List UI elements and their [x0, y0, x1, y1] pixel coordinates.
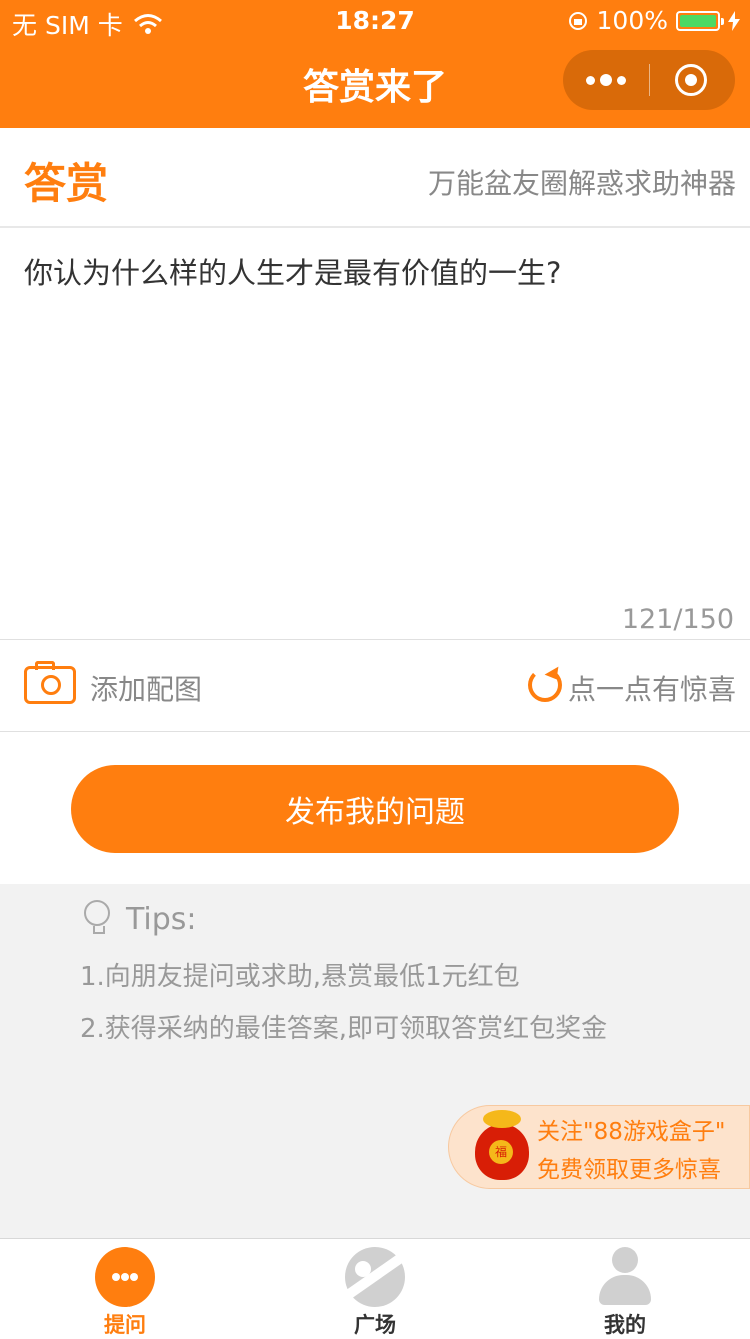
tab-label: 广场: [354, 1313, 396, 1337]
publish-button[interactable]: 发布我的问题: [71, 765, 679, 853]
question-text[interactable]: 你认为什么样的人生才是最有价值的一生?: [24, 250, 561, 292]
dot: [112, 1273, 120, 1281]
fortune-coin: 福: [489, 1140, 513, 1164]
rotation-lock-icon: [568, 11, 587, 30]
tab-bar: 提问 广场 我的: [0, 1238, 750, 1337]
tab-label: 提问: [104, 1313, 146, 1337]
add-photo-button[interactable]: 添加配图: [90, 668, 202, 708]
capsule-divider: [649, 64, 650, 96]
brand-header: 答赏 万能盆友圈解惑求助神器: [0, 128, 750, 228]
dot: [617, 75, 626, 85]
lightbulb-icon: [84, 900, 110, 934]
tip-item: 1.向朋友提问或求助,悬赏最低1元红包: [80, 962, 520, 992]
action-row: 添加配图 点一点有惊喜: [0, 640, 750, 732]
camera-icon[interactable]: [24, 661, 76, 704]
nav-bar: 答赏来了: [0, 40, 750, 128]
more-dots-icon[interactable]: [563, 50, 649, 110]
battery-icon: [676, 10, 724, 31]
red-envelope-bag-icon: 福: [475, 1110, 529, 1180]
promo-banner[interactable]: 福 关注"88游戏盒子" 免费领取更多惊喜: [448, 1105, 750, 1189]
brand-tagline: 万能盆友圈解惑求助神器: [427, 167, 736, 200]
brand-title: 答赏: [24, 159, 109, 208]
chat-bubble-icon: [95, 1247, 155, 1307]
surprise-button[interactable]: 点一点有惊喜: [568, 668, 736, 708]
dot: [130, 1273, 138, 1281]
user-head: [612, 1247, 638, 1273]
tab-mine[interactable]: 我的: [500, 1239, 750, 1337]
charging-icon: [728, 10, 740, 31]
dot: [600, 74, 612, 86]
user-icon: [595, 1247, 655, 1307]
tips-title: Tips:: [126, 902, 197, 937]
status-bar: 无 SIM 卡 18:27 100%: [0, 0, 750, 40]
char-counter: 121/150: [621, 604, 734, 635]
camera-lens: [41, 675, 61, 695]
mini-program-capsule: [563, 50, 735, 110]
question-input[interactable]: 你认为什么样的人生才是最有价值的一生? 121/150: [0, 230, 750, 640]
promo-line-2: 免费领取更多惊喜: [537, 1157, 721, 1183]
promo-line-1: 关注"88游戏盒子": [537, 1119, 726, 1145]
tab-square[interactable]: 广场: [250, 1239, 500, 1337]
battery-fill: [680, 14, 716, 27]
user-body: [599, 1275, 651, 1305]
status-right: 100%: [567, 6, 740, 35]
dot: [121, 1273, 129, 1281]
planet-icon: [345, 1247, 405, 1307]
tab-ask[interactable]: 提问: [0, 1239, 250, 1337]
tip-item: 2.获得采纳的最佳答案,即可领取答赏红包奖金: [80, 1014, 608, 1044]
battery-percent: 100%: [596, 6, 668, 35]
dot: [586, 75, 595, 85]
refresh-icon[interactable]: [528, 668, 562, 702]
tab-label: 我的: [604, 1313, 646, 1337]
target-circle-icon[interactable]: [675, 64, 707, 96]
